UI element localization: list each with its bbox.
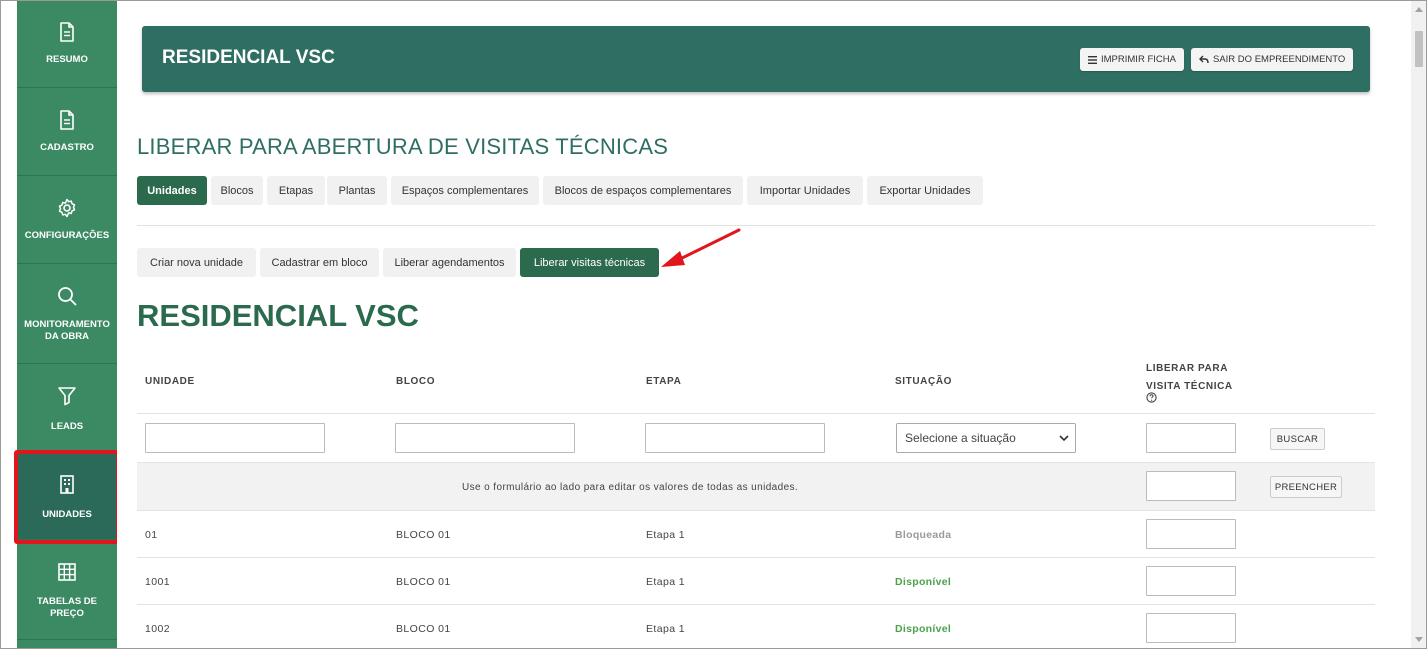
main-content: RESIDENCIAL VSC IMPRIMIR FICHA SAIR DO E… bbox=[117, 1, 1411, 648]
tab-unidades[interactable]: Unidades bbox=[137, 176, 207, 205]
app-window: RESUMO CADASTRO CONFIGURAÇÕES MONITORAME… bbox=[0, 0, 1427, 649]
cell-unidade: 01 bbox=[145, 529, 158, 541]
sidebar-item-resumo[interactable]: RESUMO bbox=[17, 1, 117, 88]
fill-button[interactable]: PREENCHER bbox=[1270, 476, 1342, 498]
tab-espacos-complementares[interactable]: Espaços complementares bbox=[391, 176, 539, 205]
cell-unidade: 1001 bbox=[145, 576, 170, 588]
cell-etapa: Etapa 1 bbox=[646, 529, 685, 541]
filter-unidade-input[interactable] bbox=[145, 423, 325, 453]
column-header-unidade: UNIDADE bbox=[145, 376, 195, 387]
list-icon bbox=[1088, 55, 1097, 64]
row-divider bbox=[137, 413, 1375, 414]
sidebar-item-configuracoes[interactable]: CONFIGURAÇÕES bbox=[17, 177, 117, 264]
row-divider bbox=[137, 604, 1375, 605]
cell-unidade: 1002 bbox=[145, 623, 170, 635]
print-label: IMPRIMIR FICHA bbox=[1101, 54, 1176, 65]
sidebar-item-monitoramento[interactable]: MONITORAMENTO DA OBRA bbox=[17, 265, 117, 364]
filter-liberar-input[interactable] bbox=[1146, 423, 1236, 453]
tab-plantas[interactable]: Plantas bbox=[327, 176, 387, 205]
page-title: LIBERAR PARA ABERTURA DE VISITAS TÉCNICA… bbox=[137, 134, 669, 159]
cell-etapa: Etapa 1 bbox=[646, 576, 685, 588]
subtab-liberar-agendamentos[interactable]: Liberar agendamentos bbox=[383, 248, 516, 277]
sidebar-label: PREÇO bbox=[50, 608, 84, 619]
filter-etapa-input[interactable] bbox=[645, 423, 825, 453]
funnel-icon bbox=[58, 387, 76, 406]
help-icon[interactable] bbox=[1146, 392, 1157, 403]
column-header-situacao: SITUAÇÃO bbox=[895, 376, 953, 387]
tab-blocos-espacos-complementares[interactable]: Blocos de espaços complementares bbox=[543, 176, 743, 205]
header-title: RESIDENCIAL VSC bbox=[162, 47, 335, 68]
filter-situacao-select[interactable]: Selecione a situação bbox=[896, 423, 1076, 453]
project-header: RESIDENCIAL VSC IMPRIMIR FICHA SAIR DO E… bbox=[142, 26, 1370, 92]
row-divider bbox=[137, 557, 1375, 558]
grid-icon bbox=[58, 563, 76, 581]
column-header-etapa: ETAPA bbox=[646, 376, 682, 387]
column-header-liberar-line1: LIBERAR PARA bbox=[1146, 363, 1229, 374]
document-icon bbox=[60, 22, 74, 42]
scroll-down-icon[interactable] bbox=[1415, 637, 1423, 642]
subtab-cadastrar-em-bloco[interactable]: Cadastrar em bloco bbox=[260, 248, 379, 277]
sidebar-item-cadastro[interactable]: CADASTRO bbox=[17, 89, 117, 176]
tab-etapas[interactable]: Etapas bbox=[267, 176, 325, 205]
divider bbox=[137, 225, 1375, 226]
sidebar-label: MONITORAMENTO bbox=[24, 319, 110, 330]
tab-exportar-unidades[interactable]: Exportar Unidades bbox=[867, 176, 983, 205]
left-gutter bbox=[1, 1, 17, 648]
column-header-bloco: BLOCO bbox=[396, 376, 436, 387]
subtab-criar-nova-unidade[interactable]: Criar nova unidade bbox=[137, 248, 256, 277]
filter-bloco-input[interactable] bbox=[395, 423, 575, 453]
situacao-select-value: Selecione a situação bbox=[905, 431, 1016, 445]
sidebar-item-tabelas-de-preco[interactable]: TABELAS DE PREÇO bbox=[17, 541, 117, 640]
row-divider bbox=[137, 510, 1375, 511]
cell-bloco: BLOCO 01 bbox=[396, 529, 451, 541]
row-liberar-input[interactable] bbox=[1146, 613, 1236, 643]
column-header-liberar: LIBERAR PARA VISITA TÉCNICA bbox=[1146, 360, 1233, 396]
subtab-liberar-visitas-tecnicas[interactable]: Liberar visitas técnicas bbox=[520, 248, 659, 277]
highlight-box bbox=[14, 450, 120, 544]
exit-project-button[interactable]: SAIR DO EMPREENDIMENTO bbox=[1191, 48, 1354, 71]
scroll-up-icon[interactable] bbox=[1415, 7, 1423, 12]
sidebar-item-leads[interactable]: LEADS bbox=[17, 365, 117, 452]
tab-importar-unidades[interactable]: Importar Unidades bbox=[747, 176, 863, 205]
document-icon bbox=[60, 110, 74, 130]
cell-bloco: BLOCO 01 bbox=[396, 623, 451, 635]
vertical-scrollbar[interactable] bbox=[1411, 1, 1426, 648]
status-badge: Disponível bbox=[895, 576, 952, 588]
scroll-thumb[interactable] bbox=[1415, 31, 1423, 67]
status-badge: Disponível bbox=[895, 623, 952, 635]
gear-icon bbox=[58, 198, 76, 218]
sidebar-label: TABELAS DE bbox=[37, 596, 97, 607]
chevron-down-icon bbox=[1059, 435, 1069, 442]
cell-bloco: BLOCO 01 bbox=[396, 576, 451, 588]
sidebar: RESUMO CADASTRO CONFIGURAÇÕES MONITORAME… bbox=[17, 1, 117, 648]
section-title: RESIDENCIAL VSC bbox=[137, 298, 419, 333]
annotation-arrow-icon bbox=[661, 228, 741, 267]
search-button[interactable]: BUSCAR bbox=[1270, 428, 1325, 450]
tab-blocos[interactable]: Blocos bbox=[211, 176, 263, 205]
column-header-liberar-line2: VISITA TÉCNICA bbox=[1146, 381, 1233, 392]
print-button[interactable]: IMPRIMIR FICHA bbox=[1080, 48, 1184, 71]
sidebar-label: LEADS bbox=[50, 421, 84, 432]
exit-label: SAIR DO EMPREENDIMENTO bbox=[1213, 54, 1346, 65]
sidebar-label: DA OBRA bbox=[45, 331, 89, 342]
sidebar-label: CONFIGURAÇÕES bbox=[24, 230, 110, 241]
sidebar-label: RESUMO bbox=[46, 54, 88, 65]
row-liberar-input[interactable] bbox=[1146, 519, 1236, 549]
status-badge: Bloqueada bbox=[895, 529, 952, 541]
bulk-edit-message: Use o formulário ao lado para editar os … bbox=[462, 482, 799, 493]
row-liberar-input[interactable] bbox=[1146, 566, 1236, 596]
cell-etapa: Etapa 1 bbox=[646, 623, 685, 635]
bulk-liberar-input[interactable] bbox=[1146, 471, 1236, 501]
reply-arrow-icon bbox=[1199, 55, 1209, 64]
sidebar-label: CADASTRO bbox=[40, 142, 94, 153]
search-icon bbox=[58, 287, 77, 306]
